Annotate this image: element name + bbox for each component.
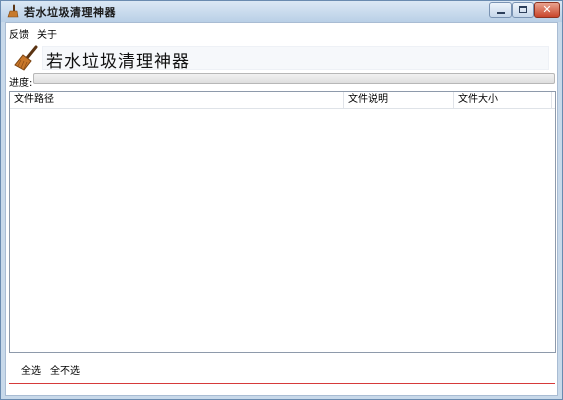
title-bar[interactable]: 若水垃圾清理神器 ✕ [1,1,562,22]
select-none-button[interactable]: 全不选 [50,362,80,377]
menu-about[interactable]: 关于 [37,26,57,41]
file-list-header: 文件路径 文件说明 文件大小 [10,92,555,109]
minimize-button[interactable] [489,2,512,18]
close-icon: ✕ [542,3,552,16]
window-title: 若水垃圾清理神器 [24,6,116,19]
broom-app-icon [7,4,19,18]
broom-icon [14,45,38,71]
maximize-icon [519,6,527,13]
status-bar [6,384,557,395]
maximize-button[interactable] [512,2,534,18]
minimize-icon [497,12,505,14]
app-heading: 若水垃圾清理神器 [46,52,190,72]
file-list[interactable]: 文件路径 文件说明 文件大小 [9,91,556,353]
menu-bar: 反馈 关于 [6,23,557,41]
close-button[interactable]: ✕ [534,2,560,18]
column-header-file-size[interactable]: 文件大小 [454,92,552,108]
column-header-file-description[interactable]: 文件说明 [344,92,454,108]
progress-bar [33,73,555,84]
column-header-file-path[interactable]: 文件路径 [10,92,344,108]
progress-label: 进度: [9,78,33,89]
client-area: 反馈 关于 若水垃圾清理神器 进度: 文件路径 文件说明 文件大小 全选 全不选 [5,22,558,396]
select-all-button[interactable]: 全选 [21,362,41,377]
menu-feedback[interactable]: 反馈 [9,26,29,41]
app-window: 若水垃圾清理神器 ✕ 反馈 关于 若水垃圾清理神器 进度: 文件路径 文件说明 … [0,0,563,400]
